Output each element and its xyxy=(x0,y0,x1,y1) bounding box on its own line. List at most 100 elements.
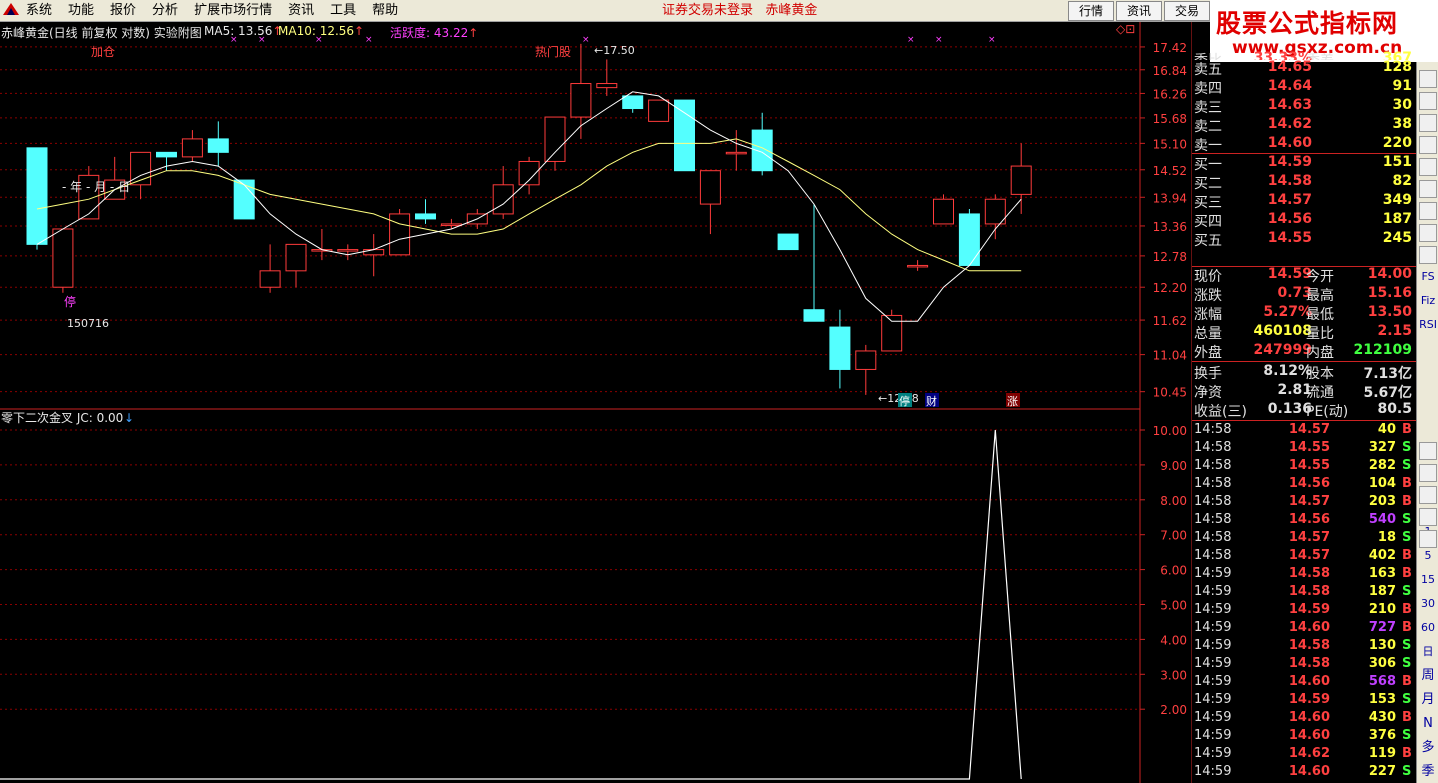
side-tool-icon[interactable] xyxy=(1419,70,1437,88)
stat-label: 涨跌 xyxy=(1194,288,1222,304)
book-price: 14.60 xyxy=(1267,135,1312,151)
top-button-0[interactable]: 行情 xyxy=(1068,1,1114,21)
side-tool-icon[interactable] xyxy=(1419,92,1437,110)
side-tool-icon[interactable] xyxy=(1419,180,1437,198)
annotation-high-price: ←17.50 xyxy=(594,44,635,57)
book-volume: 151 xyxy=(1382,154,1412,170)
menu-item-5[interactable]: 资讯 xyxy=(288,0,314,22)
side-tool-icon[interactable] xyxy=(1419,464,1437,482)
stat-label2: PE(动) xyxy=(1306,404,1349,420)
side-tool-icon[interactable] xyxy=(1419,530,1437,548)
side-tool-icon[interactable] xyxy=(1419,442,1437,460)
stat-label: 换手 xyxy=(1194,366,1222,382)
menu-item-6[interactable]: 工具 xyxy=(330,0,356,22)
indicator-arrow: ↓ xyxy=(124,411,134,425)
side-tool-icon[interactable] xyxy=(1419,202,1437,220)
menu-item-0[interactable]: 系统 xyxy=(26,0,52,22)
candle xyxy=(518,156,540,195)
stat-label2: 股本 xyxy=(1306,366,1334,382)
candle xyxy=(337,244,359,261)
candle xyxy=(570,43,592,139)
tick-row: 14:59 14.60 376 S xyxy=(1192,728,1416,746)
side-tool-6[interactable]: 30 xyxy=(1417,594,1438,614)
side-tool-icon[interactable] xyxy=(1419,158,1437,176)
tick-side: S xyxy=(1402,584,1412,599)
tick-time: 14:58 xyxy=(1194,422,1232,437)
book-label: 买四 xyxy=(1194,214,1222,230)
tick-side: B xyxy=(1402,548,1412,563)
tick-volume: 376 xyxy=(1368,728,1396,743)
side-tool-icon[interactable] xyxy=(1419,224,1437,242)
tick-time: 14:59 xyxy=(1194,620,1232,635)
menu-item-7[interactable]: 帮助 xyxy=(372,0,398,22)
tick-time: 14:58 xyxy=(1194,548,1232,563)
menu-item-4[interactable]: 扩展市场行情 xyxy=(194,0,272,22)
book-label: 买二 xyxy=(1194,176,1222,192)
tick-price: 14.58 xyxy=(1288,566,1330,581)
date-code: 150716 xyxy=(67,317,109,330)
side-tool-7[interactable]: 60 xyxy=(1417,618,1438,638)
side-tool-9[interactable]: 周 xyxy=(1417,666,1438,686)
indicator-name: 零下二次金叉 JC: 0.00 xyxy=(1,410,123,425)
tick-row: 14:59 14.59 153 S xyxy=(1192,692,1416,710)
tick-row: 14:58 14.55 327 S xyxy=(1192,440,1416,458)
top-button-1[interactable]: 资讯 xyxy=(1116,1,1162,21)
tick-side: S xyxy=(1402,728,1412,743)
tick-volume: 227 xyxy=(1368,764,1396,779)
menu-item-1[interactable]: 功能 xyxy=(68,0,94,22)
tick-volume: 104 xyxy=(1368,476,1396,491)
tick-volume: 568 xyxy=(1368,674,1396,689)
book-volume: 220 xyxy=(1382,135,1412,151)
tick-volume: 119 xyxy=(1368,746,1396,761)
tick-row: 14:58 14.57 402 B xyxy=(1192,548,1416,566)
side-tool-icon[interactable] xyxy=(1419,486,1437,504)
menu-item-3[interactable]: 分析 xyxy=(152,0,178,22)
side-tool-icon[interactable] xyxy=(1419,114,1437,132)
bid-row: 买三 14.57 349 xyxy=(1192,192,1416,211)
ask-row: 卖五 14.65 128 xyxy=(1192,59,1416,78)
candle xyxy=(363,234,385,277)
candle xyxy=(674,99,695,172)
candle xyxy=(984,194,1006,240)
price-axis-label: 17.42 xyxy=(1153,41,1187,55)
top-button-2[interactable]: 交易 xyxy=(1164,1,1210,21)
tick-side: B xyxy=(1402,476,1412,491)
book-price: 14.63 xyxy=(1267,97,1312,113)
side-tool-icon[interactable] xyxy=(1419,508,1437,526)
side-tool-11[interactable]: N xyxy=(1417,714,1438,734)
side-tool-13[interactable]: 季 xyxy=(1417,762,1438,782)
side-tool-1[interactable]: Fiz xyxy=(1417,291,1438,311)
tick-time: 14:59 xyxy=(1194,656,1232,671)
quote-panel: 委比33.33%委差367卖五14.65128卖四14.6491卖三14.633… xyxy=(1192,22,1416,783)
tick-price: 14.57 xyxy=(1288,530,1330,545)
side-tool-icon[interactable] xyxy=(1419,246,1437,264)
stat-label: 涨幅 xyxy=(1194,307,1222,323)
stat-label2: 今开 xyxy=(1306,269,1334,285)
book-price: 14.57 xyxy=(1267,192,1312,208)
book-label: 买五 xyxy=(1194,233,1222,249)
stat-label2: 流通 xyxy=(1306,385,1334,401)
tick-side: B xyxy=(1402,602,1412,617)
tick-row: 14:59 14.58 163 B xyxy=(1192,566,1416,584)
tick-row: 14:58 14.57 18 S xyxy=(1192,530,1416,548)
signal-marker: × xyxy=(907,35,915,45)
side-tool-4[interactable]: 5 xyxy=(1417,546,1438,566)
book-price: 14.58 xyxy=(1267,173,1312,189)
side-tool-8[interactable]: 日 xyxy=(1417,642,1438,662)
side-tool-2[interactable]: RSI xyxy=(1417,315,1438,335)
tick-price: 14.58 xyxy=(1288,656,1330,671)
side-tool-icon[interactable] xyxy=(1419,136,1437,154)
date-placeholder: - 年 - 月 - 日 xyxy=(62,180,130,194)
tick-price: 14.60 xyxy=(1288,764,1330,779)
side-tool-5[interactable]: 15 xyxy=(1417,570,1438,590)
side-tool-0[interactable]: FS xyxy=(1417,267,1438,287)
tick-volume: 306 xyxy=(1368,656,1396,671)
menu-item-2[interactable]: 报价 xyxy=(110,0,136,22)
side-tool-12[interactable]: 多 xyxy=(1417,738,1438,758)
stat-label: 收益(三) xyxy=(1194,404,1247,420)
candle xyxy=(259,244,281,293)
tick-price: 14.56 xyxy=(1288,512,1330,527)
side-tool-10[interactable]: 月 xyxy=(1417,690,1438,710)
kline-chart: 17.42 16.84 16.26 15.68 15.10 14.52 13.94 13.36… xyxy=(0,22,1192,783)
signal-marker: × xyxy=(258,35,266,45)
